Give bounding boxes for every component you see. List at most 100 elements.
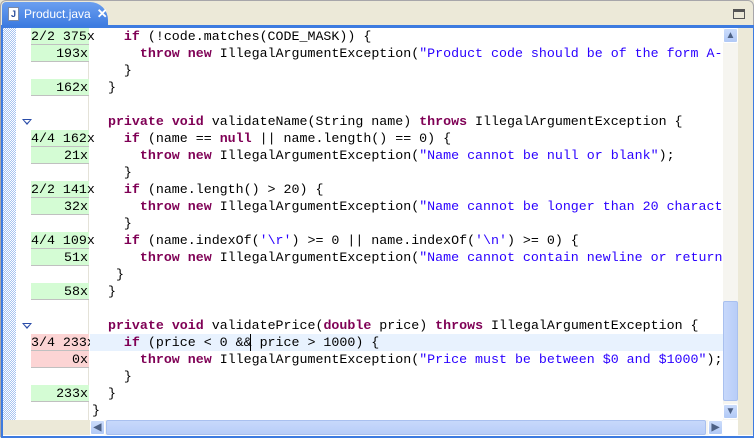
code-line: } [90,62,723,79]
vertical-scrollbar[interactable]: ▲ ▼ [723,28,738,420]
overview-ruler[interactable] [3,28,16,420]
code-line: } [90,215,723,232]
coverage-marker-green: 51x [31,249,89,266]
coverage-marker-green: 233x [31,385,89,402]
keyword: private [107,318,164,333]
code-line: if (name.indexOf('\r') >= 0 || name.inde… [90,232,723,249]
code-line: throw new IllegalArgumentException("Prod… [90,45,723,62]
code-text: } [92,267,124,282]
vertical-scroll-thumb[interactable] [723,301,738,401]
code-line: throw new IllegalArgumentException("Name… [90,147,723,164]
coverage-marker-green: 162x [31,79,89,96]
tab-product-java[interactable]: J Product.java ✕ [2,2,108,26]
editor-window: J Product.java ✕ 2/2 375x 193x 162x 4/4 162… [0,0,754,438]
scroll-right-button[interactable]: ▶ [708,420,723,435]
code-line: private void validateName(String name) t… [90,113,723,130]
code-text: IllegalArgumentException { [483,318,699,333]
string-literal: "Product code should be of the form A- [419,46,723,61]
code-text: (price < 0 && price > 1000) { [139,335,380,350]
string-literal: '\n' [475,233,507,248]
code-text: IllegalArgumentException( [211,250,420,265]
code-text: } [92,284,116,299]
string-literal: "Name cannot contain newline or return [419,250,723,265]
coverage-marker-green: 2/2 141x [31,181,95,198]
java-file-icon: J [8,7,19,21]
code-line: } [90,283,723,300]
code-text: IllegalArgumentException( [211,148,420,163]
code-text: validateName(String name) [203,114,420,129]
code-text: ); [658,148,675,163]
string-literal: "Name cannot be null or blank" [419,148,659,163]
keyword: throw [139,250,180,265]
keyword: throw [139,46,180,61]
code-text: } [92,403,100,418]
fold-triangle-icon[interactable] [22,323,32,329]
code-text: } [92,63,132,78]
code-editor[interactable]: 2/2 375x 193x 162x 4/4 162x 21x 2/2 141x 32x 4/… [1,25,754,438]
scroll-up-button[interactable]: ▲ [723,28,738,43]
code-text: } [92,369,132,384]
code-text: (!code.matches(CODE_MASK)) { [139,29,372,44]
string-literal: "Price must be between $0 and $1000" [419,352,707,367]
keyword: if [123,335,140,350]
string-literal: '\r' [259,233,292,248]
coverage-marker-green: 4/4 162x [31,130,95,147]
close-icon[interactable]: ✕ [97,6,108,22]
code-line: if (name.length() > 20) { [90,181,723,198]
code-line: private void validatePrice(double price)… [90,317,723,334]
text-cursor-icon [250,334,251,351]
keyword: private [107,114,164,129]
code-line: throw new IllegalArgumentException("Pric… [90,351,723,368]
scroll-down-button[interactable]: ▼ [723,404,738,419]
code-line: if (name == null || name.length() == 0) … [90,130,723,147]
tab-bar: J Product.java ✕ [1,1,753,26]
keyword: throws [435,318,484,333]
code-line: if (!code.matches(CODE_MASK)) { [90,28,723,45]
code-text: validatePrice( [203,318,324,333]
code-text: || name.length() == 0) { [251,131,452,146]
code-text: (name == [139,131,220,146]
keyword: if [123,131,140,146]
keyword: if [123,29,140,44]
string-literal: "Name cannot be longer than 20 charact [419,199,723,214]
code-text: IllegalArgumentException( [211,199,420,214]
keyword: null [219,131,252,146]
keyword: new [187,250,212,265]
code-line: throw new IllegalArgumentException("Name… [90,249,723,266]
code-text: ) >= 0) { [506,233,579,248]
code-area[interactable]: if (!code.matches(CODE_MASK)) { throw ne… [90,28,723,420]
maximize-icon[interactable] [733,9,745,19]
keyword: if [123,233,140,248]
code-text: (name.indexOf( [139,233,260,248]
code-text: ) >= 0 || name.indexOf( [291,233,476,248]
coverage-marker-green: 193x [31,45,89,62]
keyword: throw [139,352,180,367]
keyword: new [187,352,212,367]
coverage-marker-green: 2/2 375x [31,28,95,45]
horizontal-scrollbar[interactable]: ◀ ▶ [90,420,723,435]
horizontal-scroll-thumb[interactable] [106,420,706,435]
fold-triangle-icon[interactable] [22,119,32,125]
code-text: (name.length() > 20) { [139,182,324,197]
keyword: double [323,318,372,333]
keyword: throw [139,199,180,214]
coverage-marker-red: 3/4 233x [31,334,95,351]
tab-title: Product.java [24,7,91,21]
scroll-left-button[interactable]: ◀ [90,420,105,435]
keyword: void [171,114,204,129]
keyword: throw [139,148,180,163]
scrollbar-margin [738,28,753,435]
